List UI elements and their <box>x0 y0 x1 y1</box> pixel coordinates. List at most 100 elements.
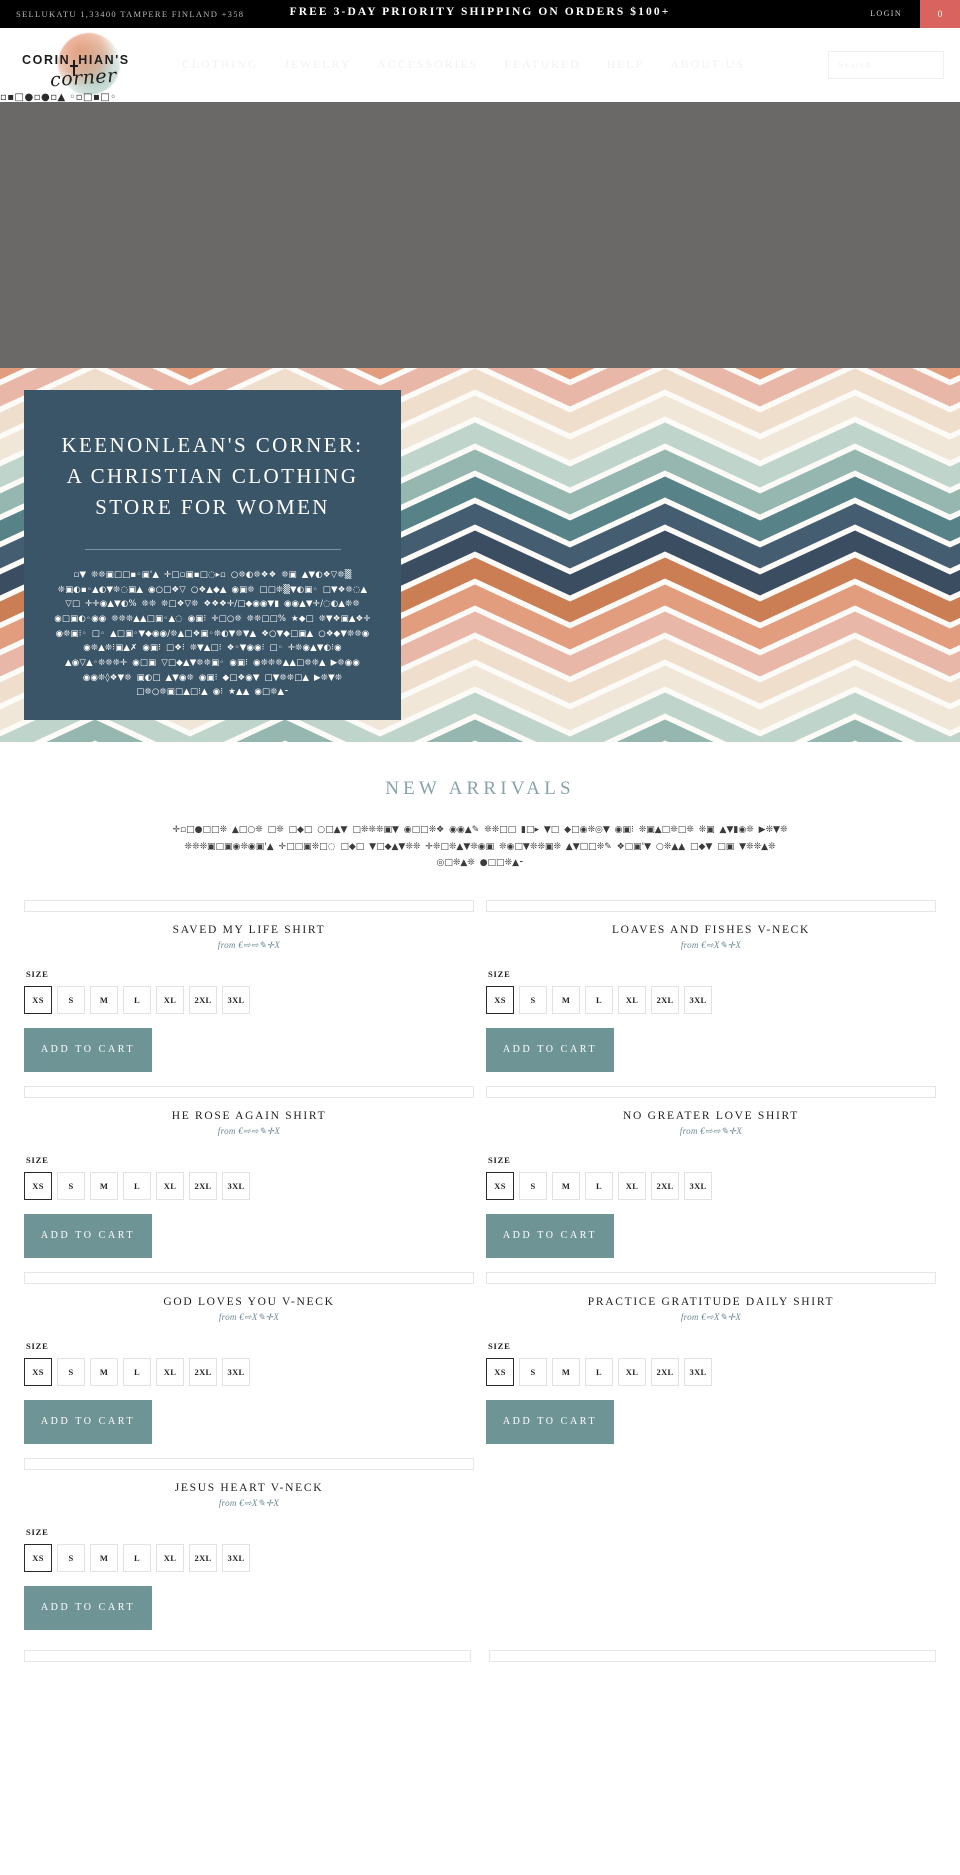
search-input[interactable] <box>829 52 943 78</box>
size-option-2xl[interactable]: 2XL <box>651 1357 679 1386</box>
site-header: CORIN HIAN'S corner CLOTHING JEWELRY ACCE… <box>0 28 960 102</box>
size-option-m[interactable]: M <box>552 985 580 1014</box>
product-card: JESUS HEART V-NECK from €⇨X✎✛X SIZE XS S M L XL… <box>24 1457 480 1630</box>
size-option-3xl[interactable]: 3XL <box>222 1171 250 1200</box>
size-option-3xl[interactable]: 3XL <box>222 985 250 1014</box>
size-option-l[interactable]: L <box>585 1357 613 1386</box>
product-image-placeholder[interactable] <box>486 1271 936 1284</box>
size-label: SIZE <box>488 1340 511 1351</box>
size-option-l[interactable]: L <box>123 1543 151 1572</box>
add-to-cart-button[interactable]: ADD TO CART <box>486 1027 614 1072</box>
login-link[interactable]: LOGIN <box>870 0 920 28</box>
product-card: GOD LOVES YOU V-NECK from €⇨X✎✛X SIZE XS S M L… <box>24 1271 480 1444</box>
size-option-s[interactable]: S <box>57 1543 85 1572</box>
size-option-l[interactable]: L <box>123 1357 151 1386</box>
product-image-placeholder[interactable] <box>486 1085 936 1098</box>
product-title[interactable]: HE ROSE AGAIN SHIRT <box>24 1100 474 1122</box>
add-to-cart-button[interactable]: ADD TO CART <box>486 1213 614 1258</box>
size-label: SIZE <box>488 1154 511 1165</box>
size-option-xs[interactable]: XS <box>486 1171 514 1200</box>
size-option-xl[interactable]: XL <box>618 1171 646 1200</box>
shipping-promo-text: FREE 3-DAY PRIORITY SHIPPING ON ORDERS $… <box>289 6 671 18</box>
add-to-cart-button[interactable]: ADD TO CART <box>24 1027 152 1072</box>
product-image-placeholder[interactable] <box>24 1271 474 1284</box>
product-title[interactable]: NO GREATER LOVE SHIRT <box>486 1100 936 1122</box>
size-option-xl[interactable]: XL <box>156 1543 184 1572</box>
size-option-xl[interactable]: XL <box>618 1357 646 1386</box>
size-option-m[interactable]: M <box>90 1543 118 1572</box>
size-option-s[interactable]: S <box>57 1357 85 1386</box>
product-title[interactable]: PRACTICE GRATITUDE DAILY SHIRT <box>486 1286 936 1308</box>
size-option-3xl[interactable]: 3XL <box>684 1357 712 1386</box>
size-option-2xl[interactable]: 2XL <box>189 985 217 1014</box>
add-to-cart-button[interactable]: ADD TO CART <box>24 1399 152 1444</box>
product-image-placeholder[interactable] <box>486 899 936 912</box>
size-option-3xl[interactable]: 3XL <box>222 1543 250 1572</box>
product-price: from €⇨X✎✛X <box>680 1311 742 1322</box>
add-to-cart-button[interactable]: ADD TO CART <box>24 1213 152 1258</box>
search-box[interactable] <box>828 51 944 79</box>
size-option-2xl[interactable]: 2XL <box>189 1543 217 1572</box>
size-option-xs[interactable]: XS <box>24 1171 52 1200</box>
size-option-2xl[interactable]: 2XL <box>189 1357 217 1386</box>
size-selector: XS S M L XL 2XL 3XL <box>24 1357 474 1386</box>
product-image-placeholder[interactable] <box>24 1085 474 1098</box>
size-option-3xl[interactable]: 3XL <box>684 985 712 1014</box>
size-option-s[interactable]: S <box>57 1171 85 1200</box>
size-option-m[interactable]: M <box>552 1171 580 1200</box>
logo-text-pre: CORIN <box>22 53 71 67</box>
new-arrivals-section: NEW ARRIVALS ✛▫□●□□❊ ▲□○❊ □❊ □◆□ ○□▲▼ □❊… <box>0 742 960 872</box>
size-option-xl[interactable]: XL <box>618 985 646 1014</box>
site-logo[interactable]: CORIN HIAN'S corner <box>16 31 146 99</box>
size-option-3xl[interactable]: 3XL <box>684 1171 712 1200</box>
nav-item-accessories[interactable]: ACCESSORIES <box>378 59 479 71</box>
bottom-placeholder-row <box>0 1644 960 1674</box>
add-to-cart-button[interactable]: ADD TO CART <box>486 1399 614 1444</box>
product-title[interactable]: LOAVES AND FISHES V-NECK <box>486 914 936 936</box>
product-title[interactable]: SAVED MY LIFE SHIRT <box>24 914 474 936</box>
size-option-xs[interactable]: XS <box>486 1357 514 1386</box>
product-image-placeholder[interactable] <box>24 899 474 912</box>
size-option-2xl[interactable]: 2XL <box>189 1171 217 1200</box>
size-option-l[interactable]: L <box>585 985 613 1014</box>
size-option-xs[interactable]: XS <box>24 1357 52 1386</box>
size-option-xs[interactable]: XS <box>24 985 52 1014</box>
size-option-2xl[interactable]: 2XL <box>651 1171 679 1200</box>
hero-title: KEENONLEAN'S CORNER: A CHRISTIAN CLOTHIN… <box>61 433 364 520</box>
size-option-xl[interactable]: XL <box>156 1357 184 1386</box>
size-selector: XS S M L XL 2XL 3XL <box>486 985 936 1014</box>
size-option-s[interactable]: S <box>519 985 547 1014</box>
product-title[interactable]: JESUS HEART V-NECK <box>24 1472 474 1494</box>
size-option-m[interactable]: M <box>90 1357 118 1386</box>
product-title[interactable]: GOD LOVES YOU V-NECK <box>24 1286 474 1308</box>
size-option-m[interactable]: M <box>552 1357 580 1386</box>
nav-item-about-us[interactable]: ABOUT US <box>670 59 745 71</box>
size-option-s[interactable]: S <box>57 985 85 1014</box>
nav-item-featured[interactable]: FEATURED <box>504 59 580 71</box>
product-grid: SAVED MY LIFE SHIRT from €⇨⇨✎✛X SIZE XS S M L X… <box>0 899 960 1644</box>
size-option-s[interactable]: S <box>519 1357 547 1386</box>
size-option-2xl[interactable]: 2XL <box>651 985 679 1014</box>
product-image-placeholder[interactable] <box>24 1457 474 1470</box>
size-option-s[interactable]: S <box>519 1171 547 1200</box>
nav-item-jewelry[interactable]: JEWELRY <box>284 59 351 71</box>
nav-item-help[interactable]: HELP <box>607 59 645 71</box>
size-label: SIZE <box>26 1340 49 1351</box>
size-option-l[interactable]: L <box>123 1171 151 1200</box>
size-option-3xl[interactable]: 3XL <box>222 1357 250 1386</box>
cart-button[interactable]: 0 <box>920 0 960 28</box>
hero-text-card: KEENONLEAN'S CORNER: A CHRISTIAN CLOTHIN… <box>24 390 401 720</box>
size-option-m[interactable]: M <box>90 985 118 1014</box>
size-option-l[interactable]: L <box>585 1171 613 1200</box>
size-option-m[interactable]: M <box>90 1171 118 1200</box>
placeholder-bar <box>489 1649 936 1662</box>
add-to-cart-button[interactable]: ADD TO CART <box>24 1585 152 1630</box>
size-option-l[interactable]: L <box>123 985 151 1014</box>
announcement-bar: SELLUKATU 1,33400 TAMPERE FINLAND +358 L… <box>0 0 960 28</box>
size-option-xl[interactable]: XL <box>156 1171 184 1200</box>
size-option-xl[interactable]: XL <box>156 985 184 1014</box>
nav-item-clothing[interactable]: CLOTHING <box>182 59 258 71</box>
broken-media-label: ▫▪□●▫●▫▲ ◦▫□▪□◦ <box>0 92 117 103</box>
size-option-xs[interactable]: XS <box>486 985 514 1014</box>
size-option-xs[interactable]: XS <box>24 1543 52 1572</box>
